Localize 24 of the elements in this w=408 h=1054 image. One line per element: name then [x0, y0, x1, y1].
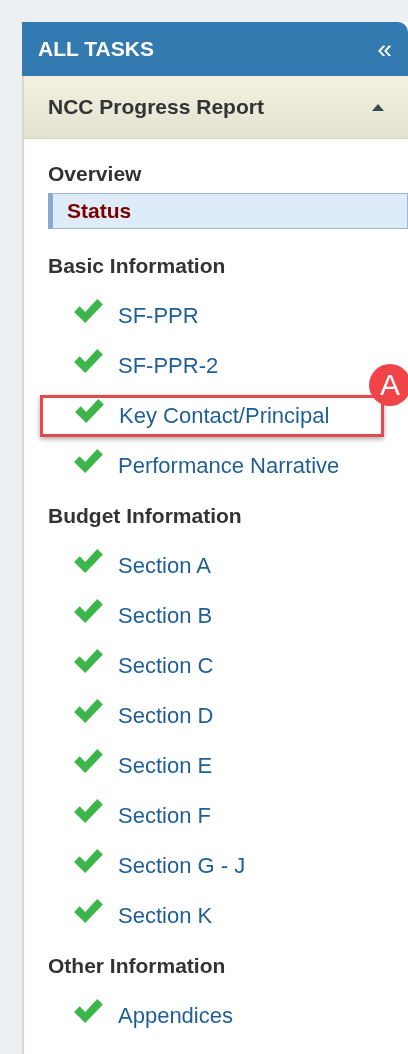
nav-link[interactable]: Section G - J — [118, 853, 246, 879]
nav-link[interactable]: Section K — [118, 903, 213, 929]
nav-link[interactable]: Section C — [118, 653, 214, 679]
collapse-button[interactable]: « — [373, 33, 396, 65]
group-heading: Basic Information — [48, 253, 227, 279]
nav-link[interactable]: Appendices — [118, 1003, 233, 1029]
nav-link[interactable]: Section B — [118, 603, 213, 629]
nav-link[interactable]: Section E — [118, 753, 213, 779]
panel-title: ALL TASKS — [38, 37, 154, 61]
group-heading: Budget Information — [48, 503, 243, 529]
nav-item[interactable]: Status — [48, 193, 408, 229]
nav-link[interactable]: Section F — [118, 803, 211, 829]
nav-link[interactable]: Key Contact/Principal — [119, 403, 330, 429]
nav-link[interactable]: Performance Narrative — [118, 453, 340, 479]
caret-up-icon — [372, 103, 384, 111]
nav-link[interactable]: Section A — [118, 553, 211, 579]
section-header[interactable]: NCC Progress Report — [24, 76, 408, 139]
group-heading: Overview — [48, 161, 143, 187]
nav-link[interactable]: SF-PPR-2 — [118, 353, 219, 379]
group-heading: Other Information — [48, 953, 227, 979]
nav-link[interactable]: SF-PPR — [118, 303, 199, 329]
section-title: NCC Progress Report — [48, 95, 264, 119]
nav-link[interactable]: Section D — [118, 703, 214, 729]
callout-badge: A — [369, 364, 408, 406]
